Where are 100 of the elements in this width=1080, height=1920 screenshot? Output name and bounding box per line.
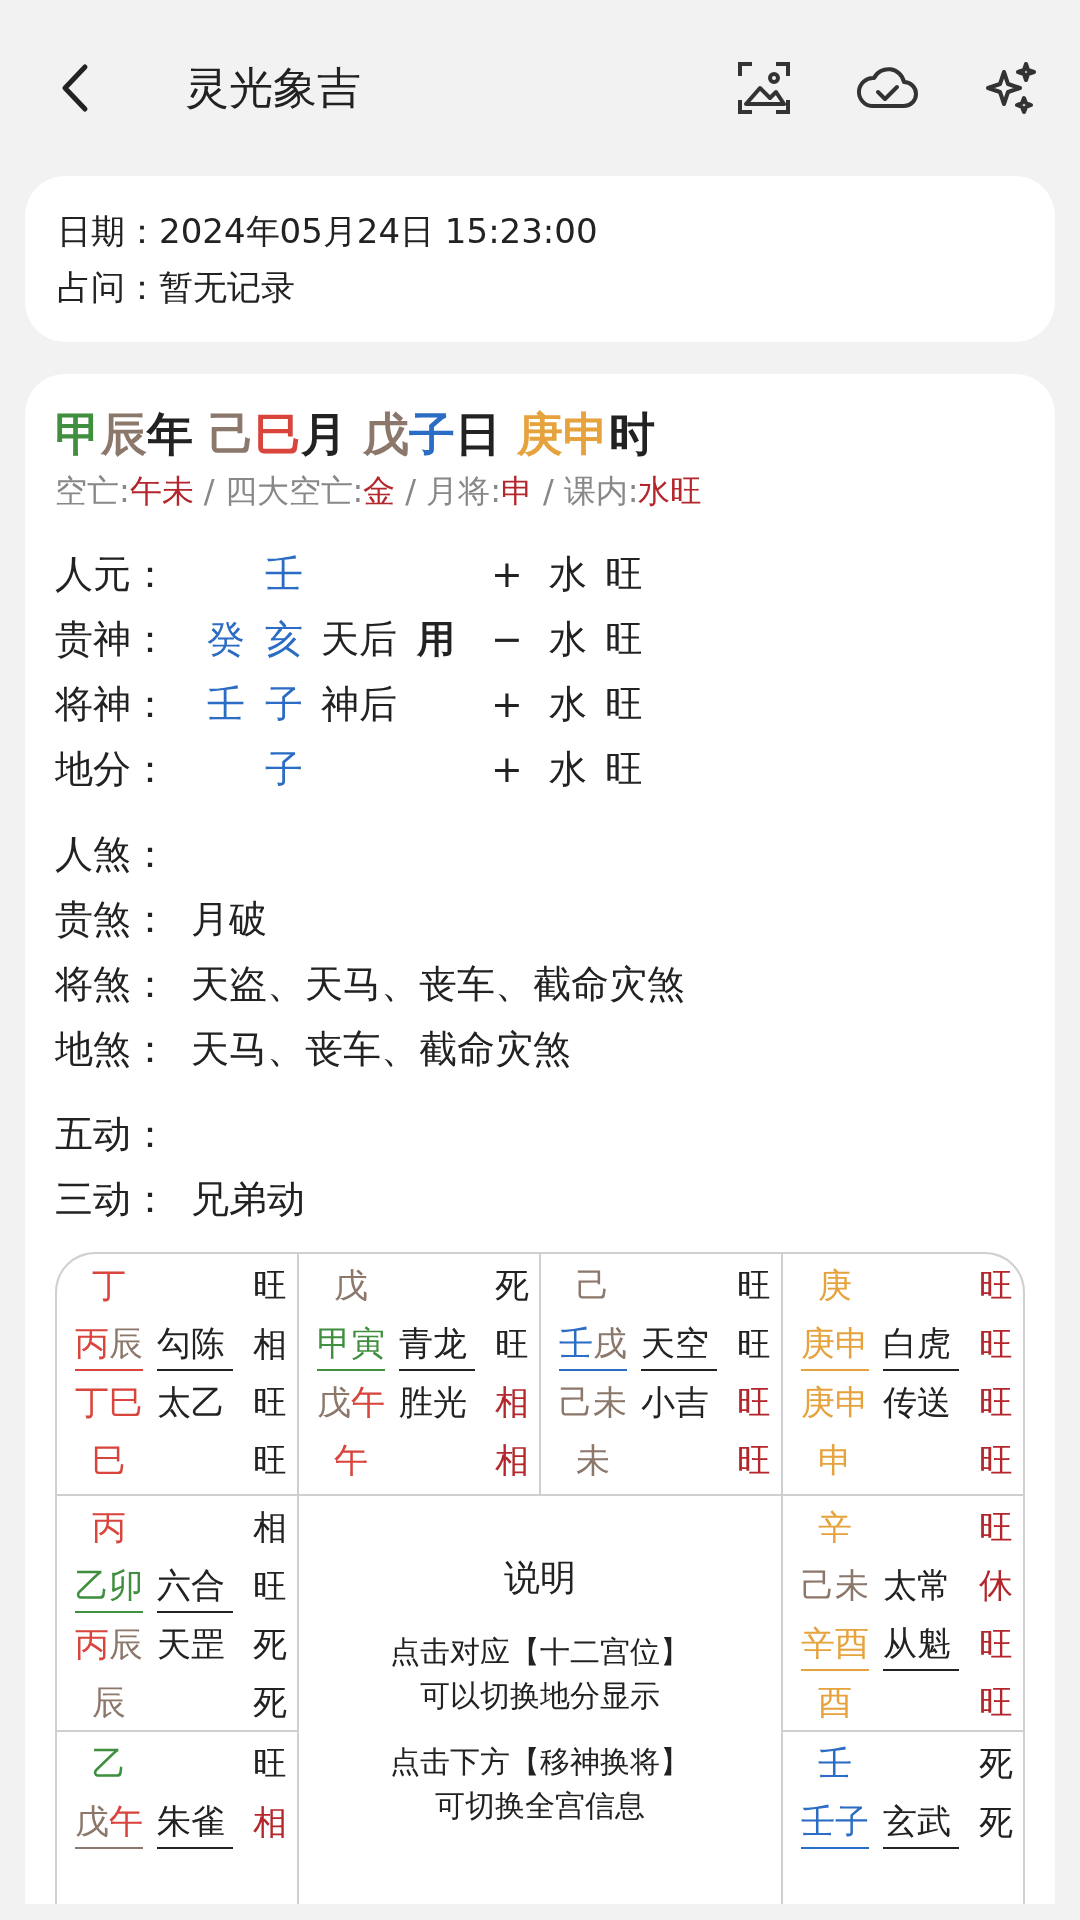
item-label: 贵煞：: [55, 896, 170, 943]
state-text: 相: [494, 1439, 529, 1482]
god-name: 天后: [321, 616, 398, 663]
branch-character: 己: [559, 1381, 593, 1424]
branch-character: 壬: [801, 1800, 835, 1843]
field-label: 日期：: [57, 210, 159, 253]
pillar-suffix: 时: [609, 406, 655, 463]
branch-character: 未: [576, 1439, 610, 1482]
pillar-character: 甲: [55, 406, 101, 463]
polarity-sign: −: [490, 616, 524, 663]
field-label: 占问：: [57, 266, 159, 309]
god-name: 胜光: [399, 1381, 467, 1424]
branch-character: 未: [593, 1381, 627, 1424]
state-text: 死: [252, 1623, 287, 1666]
element-text: 水: [548, 551, 588, 598]
branch-character: 巳: [109, 1381, 143, 1424]
state-text: 死: [494, 1264, 529, 1307]
branch-character: 丙: [92, 1506, 126, 1549]
branch-character: 寅: [351, 1322, 385, 1365]
state-text: 旺: [978, 1681, 1013, 1724]
position-label: 贵神：: [55, 616, 170, 663]
god-name: 传送: [883, 1381, 951, 1424]
branch-character: 戌: [593, 1322, 627, 1365]
item-label: 人煞：: [55, 831, 170, 878]
info-value: 水旺: [638, 471, 703, 512]
branch-character: 午: [334, 1439, 368, 1482]
notes-title: 说明: [504, 1556, 576, 1600]
branch-character: 甲: [317, 1322, 351, 1365]
state-text: 相: [252, 1506, 287, 1549]
element-text: 水: [548, 746, 588, 793]
state-text: 休: [978, 1564, 1013, 1607]
item-label: 地煞：: [55, 1026, 170, 1073]
pillar-character: 子: [409, 406, 455, 463]
god-name: 小吉: [641, 1381, 709, 1424]
god-name: 太乙: [157, 1381, 225, 1424]
position-label: 将神：: [55, 681, 170, 728]
item-label: 三动：: [55, 1176, 170, 1223]
item-value: 天盗、天马、丧车、截命灾煞: [191, 961, 685, 1008]
separator-text: /: [203, 471, 215, 512]
branch-character: 酉: [818, 1681, 852, 1724]
branch-character: 午: [109, 1800, 143, 1843]
state-text: 旺: [978, 1506, 1013, 1549]
state-text: 相: [252, 1323, 287, 1366]
branch-character: 子: [264, 681, 304, 728]
position-label: 人元：: [55, 551, 170, 598]
god-name: 青龙: [399, 1317, 475, 1371]
state-text: 旺: [252, 1439, 287, 1482]
god-name: 勾陈: [157, 1317, 233, 1371]
item-value: 天马、丧车、截命灾煞: [191, 1026, 571, 1073]
branch-character: 丁: [75, 1381, 109, 1424]
state-text: 旺: [978, 1323, 1013, 1366]
separator-text: /: [405, 471, 417, 512]
branch-character: 戊: [317, 1381, 351, 1424]
info-label: 课内:: [563, 471, 639, 512]
info-value: 金: [363, 471, 396, 512]
god-name: 天罡: [157, 1623, 225, 1666]
god-name: 六合: [157, 1559, 233, 1613]
branch-character: 己: [576, 1264, 610, 1307]
state-text: 死: [978, 1801, 1013, 1844]
stem-character: 癸: [206, 616, 246, 663]
state-text: 旺: [252, 1565, 287, 1608]
polarity-sign: +: [490, 551, 524, 598]
state-text: 旺: [494, 1323, 529, 1366]
state-text: 相: [494, 1381, 529, 1424]
branch-character: 乙: [92, 1742, 126, 1785]
note-text: 点击下方【移神换将】: [390, 1743, 690, 1781]
state-text: 旺: [604, 551, 644, 598]
pillar-suffix: 月: [301, 406, 347, 463]
branch-character: 亥: [264, 616, 304, 663]
branch-character: 申: [818, 1439, 852, 1482]
branch-character: 戊: [334, 1264, 368, 1307]
field-value: 暂无记录: [159, 266, 295, 309]
branch-character: 丁: [92, 1264, 126, 1307]
state-text: 旺: [252, 1264, 287, 1307]
state-text: 旺: [604, 746, 644, 793]
state-text: 旺: [252, 1742, 287, 1785]
pillar-character: 己: [209, 406, 255, 463]
branch-character: 酉: [835, 1622, 869, 1665]
state-text: 旺: [604, 681, 644, 728]
state-text: 旺: [736, 1439, 771, 1482]
pillar-character: 巳: [255, 406, 301, 463]
pillar-suffix: 年: [147, 406, 193, 463]
branch-character: 辰: [109, 1322, 143, 1365]
pillar-character: 庚: [517, 406, 563, 463]
branch-character: 壬: [559, 1322, 593, 1365]
note-text: 可切换全宫信息: [435, 1787, 645, 1825]
state-text: 旺: [252, 1381, 287, 1424]
item-label: 五动：: [55, 1111, 170, 1158]
branch-character: 庚: [801, 1381, 835, 1424]
state-text: 旺: [604, 616, 644, 663]
stem-character: 壬: [206, 681, 246, 728]
branch-character: 巳: [92, 1439, 126, 1482]
state-text: 旺: [978, 1264, 1013, 1307]
branch-character: 庚: [818, 1264, 852, 1307]
god-name: 白虎: [883, 1317, 959, 1371]
branch-character: 未: [835, 1564, 869, 1607]
state-text: 死: [252, 1681, 287, 1724]
info-value: 午未: [129, 471, 194, 512]
branch-character: 辛: [818, 1506, 852, 1549]
state-text: 旺: [736, 1323, 771, 1366]
